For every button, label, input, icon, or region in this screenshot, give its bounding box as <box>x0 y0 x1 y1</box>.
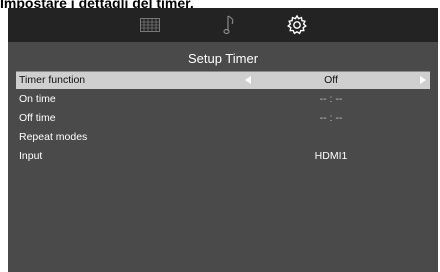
menu-row-value: Off <box>324 74 338 86</box>
menu-row-value: -- : -- <box>319 93 343 105</box>
gear-icon[interactable] <box>284 13 310 37</box>
menu-title: Setup Timer <box>187 51 259 66</box>
grid-icon[interactable] <box>137 13 163 37</box>
menu-row-off-time[interactable]: Off time -- : -- <box>16 110 430 127</box>
menu-row-repeat-modes[interactable]: Repeat modes <box>16 129 430 146</box>
menu-row-input[interactable]: Input HDMI1 <box>16 148 430 165</box>
menu-row-label: Input <box>19 150 43 162</box>
menu-row-label: Off time <box>19 112 56 124</box>
menu-tab-bar <box>8 8 438 42</box>
menu-row-value: -- : -- <box>319 112 343 124</box>
menu-row-label: On time <box>19 93 56 105</box>
menu-row-timer-function[interactable]: Timer function Off <box>16 72 430 89</box>
music-note-icon[interactable] <box>217 13 243 37</box>
arrow-right-icon[interactable] <box>420 76 426 84</box>
menu-row-label: Repeat modes <box>19 131 88 143</box>
menu-row-on-time[interactable]: On time -- : -- <box>16 91 430 108</box>
menu-row-label: Timer function <box>19 74 86 86</box>
menu-row-value: HDMI1 <box>314 150 348 162</box>
arrow-left-icon[interactable] <box>245 76 251 84</box>
tv-menu-screen: Setup Timer Timer function Off On time -… <box>8 8 438 272</box>
